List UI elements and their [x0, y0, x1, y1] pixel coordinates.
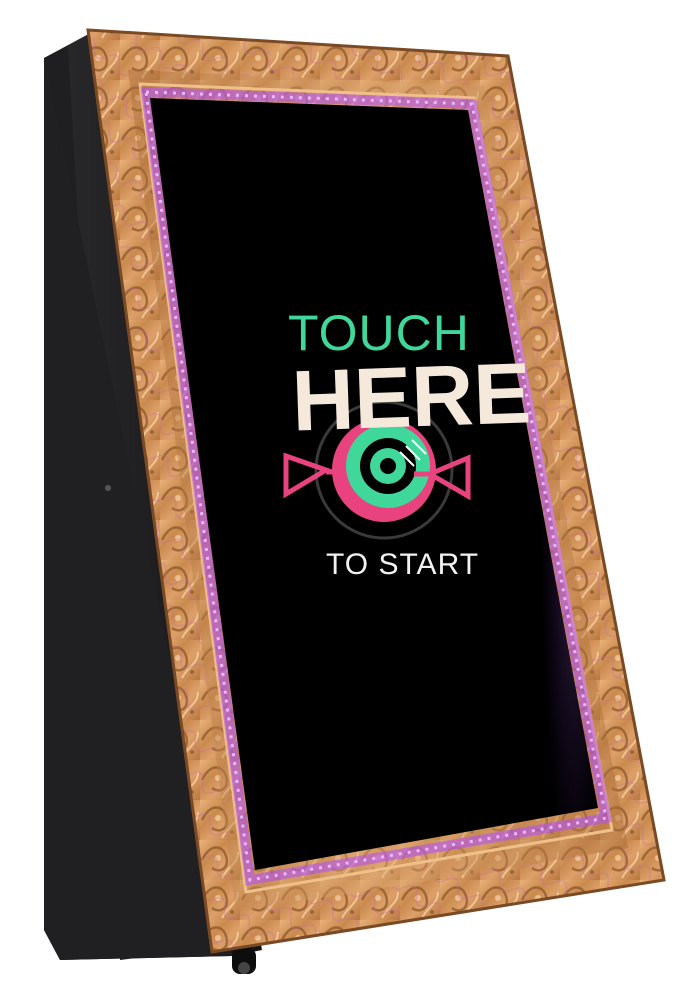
kiosk-illustration: TOUCH HERE TO START: [44, 28, 666, 974]
photo-booth-kiosk: TOUCH HERE TO START: [0, 0, 693, 1000]
cabinet-screw: [105, 485, 111, 491]
to-start-label: TO START: [326, 548, 479, 581]
here-label: HERE: [290, 345, 532, 449]
